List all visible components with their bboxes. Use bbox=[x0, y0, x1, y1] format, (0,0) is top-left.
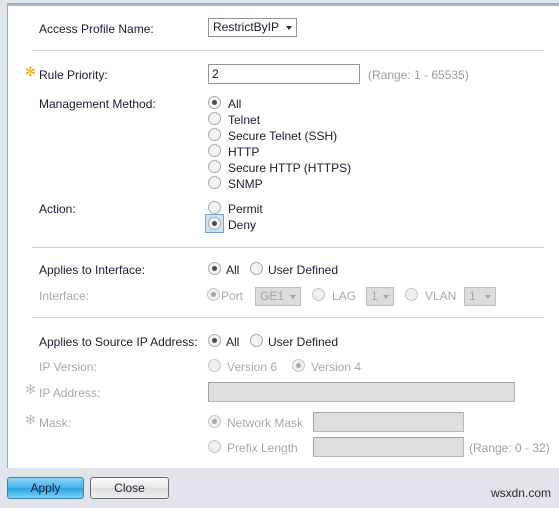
radio-icon bbox=[405, 288, 418, 301]
network-mask-input bbox=[313, 412, 464, 432]
radio-icon bbox=[292, 359, 305, 372]
applies-to-source-ip-label: Applies to Source IP Address: bbox=[39, 335, 198, 349]
radio-icon bbox=[208, 96, 221, 109]
ip-version-label: IP Version: bbox=[39, 360, 97, 374]
radio-icon bbox=[208, 160, 221, 173]
management-method-label-all: All bbox=[228, 97, 242, 111]
rule-priority-label: Rule Priority: bbox=[39, 68, 108, 82]
radio-icon bbox=[208, 176, 221, 189]
access-profile-name-value: RestrictByIP bbox=[213, 20, 280, 34]
radio-icon bbox=[208, 144, 221, 157]
interface-vlan-value: 1 bbox=[469, 289, 476, 303]
chevron-down-icon bbox=[485, 294, 491, 299]
interface-radio-vlan bbox=[405, 288, 418, 301]
applies-to-interface-radio-all[interactable] bbox=[208, 262, 221, 275]
radio-icon bbox=[208, 415, 221, 428]
radio-icon bbox=[208, 440, 221, 453]
separator-2 bbox=[32, 247, 544, 248]
applies-to-interface-label-all: All bbox=[226, 263, 240, 277]
chevron-down-icon bbox=[383, 294, 389, 299]
ip-version-label-v4: Version 4 bbox=[311, 360, 362, 374]
apply-button[interactable]: Apply bbox=[7, 477, 84, 499]
radio-icon bbox=[208, 334, 221, 347]
access-profile-name-select[interactable]: RestrictByIP bbox=[208, 18, 297, 37]
applies-to-interface-label-user-defined: User Defined bbox=[268, 263, 339, 277]
management-method-label-secure-telnet: Secure Telnet (SSH) bbox=[228, 129, 338, 143]
interface-radio-port bbox=[207, 288, 220, 301]
mask-radio-prefix-length bbox=[208, 440, 221, 453]
action-radio-deny[interactable] bbox=[205, 214, 224, 233]
rule-priority-input[interactable]: 2 bbox=[208, 64, 360, 84]
applies-to-source-ip-radio-user-defined[interactable] bbox=[250, 334, 263, 347]
watermark: wsxdn.com bbox=[490, 486, 551, 500]
rule-priority-range-hint: (Range: 1 - 65535) bbox=[368, 68, 469, 82]
action-radio-permit[interactable] bbox=[208, 201, 221, 214]
required-marker-icon: ✻ bbox=[25, 65, 36, 80]
radio-icon bbox=[208, 112, 221, 125]
interface-port-value: GE1 bbox=[260, 289, 285, 303]
management-method-radio-secure-http[interactable] bbox=[208, 160, 221, 173]
interface-radio-lag bbox=[312, 288, 325, 301]
management-method-radio-telnet[interactable] bbox=[208, 112, 221, 125]
management-method-label: Management Method: bbox=[39, 97, 156, 111]
management-method-radio-http[interactable] bbox=[208, 144, 221, 157]
prefix-length-input bbox=[313, 437, 464, 457]
mask-label: Mask: bbox=[39, 416, 72, 430]
applies-to-source-ip-label-all: All bbox=[226, 335, 240, 349]
edit-access-rule-dialog: Access Profile Name: RestrictByIP ✻ Rule… bbox=[0, 0, 559, 508]
close-button[interactable]: Close bbox=[90, 477, 169, 499]
action-label-permit: Permit bbox=[228, 202, 263, 216]
management-method-label-snmp: SNMP bbox=[228, 177, 263, 191]
management-method-radio-snmp[interactable] bbox=[208, 176, 221, 189]
action-label-deny: Deny bbox=[228, 218, 257, 232]
access-profile-name-label: Access Profile Name: bbox=[39, 22, 154, 36]
radio-icon bbox=[208, 201, 221, 214]
required-marker-icon: ✻ bbox=[25, 413, 36, 428]
radio-icon bbox=[208, 217, 221, 230]
interface-label-vlan: VLAN bbox=[425, 289, 457, 303]
required-marker-icon: ✻ bbox=[25, 383, 36, 398]
ip-version-label-v6: Version 6 bbox=[227, 360, 278, 374]
management-method-label-telnet: Telnet bbox=[228, 113, 261, 127]
dialog-footer: Apply Close bbox=[0, 468, 559, 508]
chevron-down-icon bbox=[286, 25, 292, 30]
interface-label-lag: LAG bbox=[332, 289, 357, 303]
interface-label-port: Port bbox=[221, 289, 244, 303]
radio-icon bbox=[250, 334, 263, 347]
radio-icon bbox=[208, 359, 221, 372]
rule-priority-value: 2 bbox=[212, 67, 219, 81]
mask-radio-network-mask bbox=[208, 415, 221, 428]
applies-to-source-ip-radio-all[interactable] bbox=[208, 334, 221, 347]
action-label: Action: bbox=[39, 202, 76, 216]
ip-address-input bbox=[208, 382, 515, 402]
radio-icon bbox=[312, 288, 325, 301]
interface-label: Interface: bbox=[39, 289, 90, 303]
radio-icon bbox=[207, 288, 220, 301]
interface-lag-select: 1 bbox=[366, 287, 394, 306]
applies-to-interface-label: Applies to Interface: bbox=[39, 263, 146, 277]
prefix-length-range-hint: (Range: 0 - 32) bbox=[469, 441, 550, 455]
applies-to-interface-radio-user-defined[interactable] bbox=[250, 262, 263, 275]
chevron-down-icon bbox=[290, 294, 296, 299]
separator-1 bbox=[32, 50, 544, 51]
management-method-label-http: HTTP bbox=[228, 145, 260, 159]
interface-port-select: GE1 bbox=[255, 287, 301, 306]
management-method-radio-all[interactable] bbox=[208, 96, 221, 109]
ip-version-radio-v4 bbox=[292, 359, 305, 372]
dialog-form-panel: Access Profile Name: RestrictByIP ✻ Rule… bbox=[7, 3, 559, 468]
applies-to-source-ip-label-user-defined: User Defined bbox=[268, 335, 339, 349]
separator-3 bbox=[32, 317, 544, 318]
ip-address-label: IP Address: bbox=[39, 386, 101, 400]
radio-icon bbox=[208, 128, 221, 141]
panel-top-border bbox=[8, 4, 559, 6]
interface-vlan-select: 1 bbox=[464, 287, 496, 306]
radio-icon bbox=[208, 262, 221, 275]
mask-label-prefix-length: Prefix Length bbox=[227, 441, 298, 455]
radio-icon bbox=[250, 262, 263, 275]
management-method-radio-secure-telnet[interactable] bbox=[208, 128, 221, 141]
mask-label-network-mask: Network Mask bbox=[227, 416, 304, 430]
management-method-label-secure-http: Secure HTTP (HTTPS) bbox=[228, 161, 352, 175]
ip-version-radio-v6 bbox=[208, 359, 221, 372]
interface-lag-value: 1 bbox=[371, 289, 378, 303]
